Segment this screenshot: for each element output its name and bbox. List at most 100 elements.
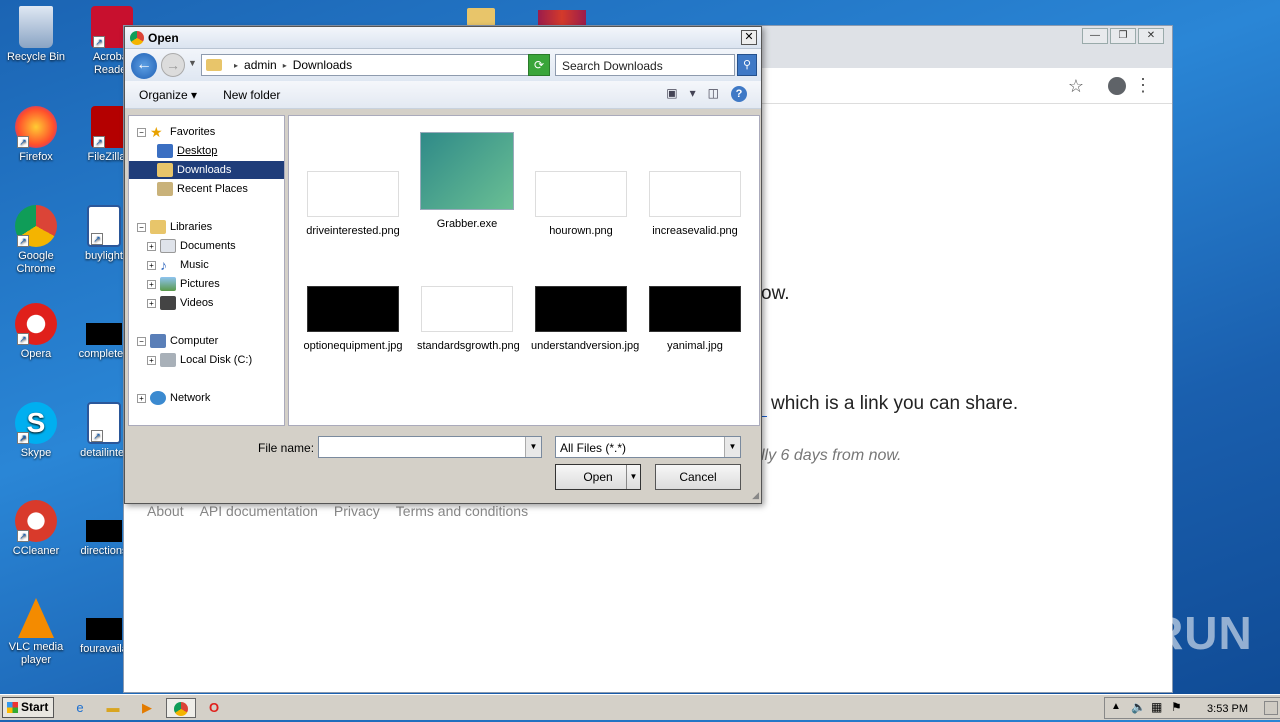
minimize-button[interactable]: — — [1082, 28, 1108, 44]
show-desktop-button[interactable] — [1264, 701, 1278, 715]
file-type-select[interactable]: All Files (*.*) ▼ — [555, 436, 741, 458]
show-hidden-icons-icon[interactable]: ▲ — [1111, 701, 1121, 712]
search-icon[interactable]: ⚲ — [737, 54, 757, 76]
refresh-icon[interactable]: ⟳ — [528, 54, 550, 76]
page-text-share: which is a link you can share. — [771, 393, 1019, 414]
action-center-flag-icon[interactable]: ⚑ — [1171, 700, 1182, 714]
chevron-down-icon[interactable]: ▼ — [525, 437, 541, 457]
tree-pictures[interactable]: + Pictures — [147, 275, 220, 293]
search-input[interactable]: Search Downloads — [555, 54, 735, 76]
file-item[interactable]: understandversion.jpg — [531, 286, 639, 353]
tree-recent-places[interactable]: Recent Places — [157, 180, 248, 198]
file-type-value: All Files (*.*) — [560, 441, 627, 455]
file-item[interactable]: yanimal.jpg — [645, 286, 745, 353]
internet-explorer-icon[interactable]: e — [69, 698, 91, 718]
footer-api-link[interactable]: API documentation — [200, 503, 318, 519]
cancel-button[interactable]: Cancel — [655, 464, 741, 490]
tree-local-disk[interactable]: + Local Disk (C:) — [147, 351, 252, 369]
dialog-bottom: File name: ▼ All Files (*.*) ▼ Open ▼ Ca… — [125, 428, 761, 503]
change-view-icon[interactable]: ▣ — [666, 86, 677, 102]
winrar-icon[interactable] — [538, 10, 586, 26]
desktop-icon-skype[interactable]: S ↗ Skype — [0, 402, 72, 460]
file-item[interactable]: standardsgrowth.png — [417, 286, 520, 353]
tree-label: Libraries — [170, 221, 213, 233]
desktop-icon-recycle-bin[interactable]: Recycle Bin — [0, 6, 72, 64]
desktop-icon-firefox[interactable]: ↗ Firefox — [0, 106, 72, 164]
desktop-icon-ccleaner[interactable]: ↗ CCleaner — [0, 500, 72, 558]
file-name-input[interactable]: ▼ — [318, 436, 542, 458]
tree-favorites[interactable]: − ★ Favorites — [137, 123, 215, 141]
page-expiry-text: lly 6 days from now. — [761, 447, 902, 464]
maximize-button[interactable]: ❐ — [1110, 28, 1136, 44]
desktop-icon-vlc[interactable]: VLC media player — [0, 598, 72, 667]
tree-desktop[interactable]: Desktop — [157, 142, 217, 160]
breadcrumb-downloads[interactable]: Downloads — [293, 58, 352, 72]
expand-icon[interactable]: + — [147, 279, 156, 289]
help-icon[interactable]: ? — [731, 86, 747, 102]
tree-downloads[interactable]: Downloads — [129, 161, 284, 179]
tree-documents[interactable]: + Documents — [147, 237, 236, 255]
split-dropdown-icon[interactable]: ▼ — [626, 465, 640, 489]
tree-videos[interactable]: + Videos — [147, 294, 213, 312]
breadcrumb-admin[interactable]: admin — [244, 58, 277, 72]
desktop-icon-label: detailinter — [80, 447, 128, 459]
image-thumbnail-icon — [535, 171, 627, 217]
tree-libraries[interactable]: − Libraries — [137, 218, 212, 236]
volume-icon[interactable]: 🔈 — [1131, 700, 1146, 714]
account-icon[interactable] — [1108, 77, 1126, 95]
tree-network[interactable]: + Network — [137, 389, 210, 407]
expand-icon[interactable]: + — [147, 298, 156, 308]
desktop-icon-opera[interactable]: ↗ Opera — [0, 303, 72, 361]
file-item[interactable]: hourown.png — [531, 171, 631, 238]
expand-icon[interactable]: + — [147, 260, 156, 270]
exe-thumbnail-icon — [420, 132, 514, 210]
collapse-icon[interactable]: − — [137, 222, 146, 232]
footer-terms-link[interactable]: Terms and conditions — [396, 503, 528, 519]
footer-about-link[interactable]: About — [147, 503, 184, 519]
preview-pane-icon[interactable]: ◫ — [708, 86, 719, 102]
chevron-down-icon[interactable]: ▼ — [724, 437, 740, 457]
open-button[interactable]: Open ▼ — [555, 464, 641, 490]
tree-computer[interactable]: − Computer — [137, 332, 218, 350]
start-button[interactable]: Start — [2, 697, 54, 718]
menu-kebab-icon[interactable]: ⋮ — [1134, 75, 1152, 96]
folder-icon[interactable] — [467, 8, 495, 26]
chrome-taskbar-button[interactable] — [166, 698, 196, 718]
window-controls: — ❐ ✕ — [1082, 28, 1164, 44]
tree-music[interactable]: + ♪ Music — [147, 256, 209, 274]
organize-button[interactable]: Organize ▾ — [139, 88, 197, 102]
close-button[interactable]: ✕ — [1138, 28, 1164, 44]
desktop-icon-chrome[interactable]: ↗ Google Chrome — [0, 205, 72, 276]
file-item[interactable]: Grabber.exe — [417, 132, 517, 231]
file-item[interactable]: increasevalid.png — [645, 171, 745, 238]
file-name: driveinterested.png — [306, 225, 400, 237]
address-breadcrumb[interactable]: ▸ admin ▸ Downloads ▼ — [201, 54, 549, 76]
opera-icon[interactable]: O — [203, 698, 225, 718]
collapse-icon[interactable]: − — [137, 336, 146, 346]
resize-grip-icon[interactable]: ◢ — [752, 490, 759, 501]
explorer-folder-icon[interactable]: ▬ — [102, 698, 124, 718]
breadcrumb-separator-icon[interactable]: ▸ — [283, 61, 287, 70]
expand-icon[interactable]: + — [147, 241, 156, 251]
recent-locations-dropdown-icon[interactable]: ▼ — [188, 58, 197, 68]
bookmark-star-icon[interactable]: ☆ — [1068, 76, 1084, 97]
desktop-icon-label: CCleaner — [12, 545, 60, 557]
breadcrumb-separator-icon[interactable]: ▸ — [234, 61, 238, 70]
dialog-close-button[interactable]: ✕ — [741, 30, 757, 45]
footer-privacy-link[interactable]: Privacy — [334, 503, 380, 519]
back-button[interactable]: ← — [131, 53, 157, 79]
media-player-icon[interactable]: ▶ — [136, 698, 158, 718]
desktop-icon-label: completed — [78, 348, 130, 360]
dialog-nav-row: ← → ▼ ▸ admin ▸ Downloads ▼ ⟳ Search Dow… — [125, 49, 761, 81]
view-dropdown-icon[interactable]: ▾ — [690, 86, 696, 102]
collapse-icon[interactable]: − — [137, 127, 146, 137]
expand-icon[interactable]: + — [137, 393, 146, 403]
file-item[interactable]: optionequipment.jpg — [303, 286, 403, 353]
file-name: hourown.png — [549, 225, 613, 237]
file-item[interactable]: driveinterested.png — [303, 171, 403, 238]
forward-button[interactable]: → — [161, 53, 185, 77]
clock[interactable]: 3:53 PM — [1207, 703, 1248, 715]
network-tray-icon[interactable]: ▦ — [1151, 700, 1162, 714]
expand-icon[interactable]: + — [147, 355, 156, 365]
new-folder-button[interactable]: New folder — [223, 88, 280, 102]
